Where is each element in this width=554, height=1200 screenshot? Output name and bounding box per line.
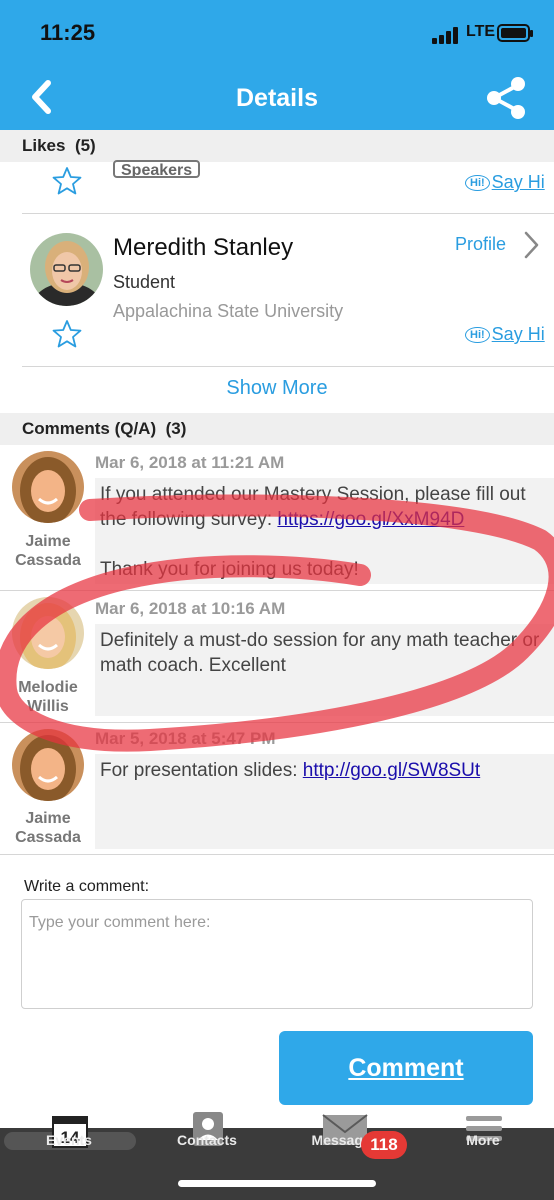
tab-label: Events bbox=[46, 1132, 92, 1148]
divider bbox=[0, 854, 554, 855]
chevron-right-icon[interactable] bbox=[522, 230, 540, 260]
comment-date: Mar 5, 2018 at 5:47 PM bbox=[95, 729, 276, 748]
author-last-name: Willis bbox=[27, 698, 69, 715]
avatar bbox=[30, 233, 103, 306]
author-first-name: Jaime bbox=[25, 810, 71, 827]
say-hi-label: Say Hi bbox=[491, 324, 545, 344]
author-last-name: Cassada bbox=[15, 552, 81, 569]
comment-author: Jaime Cassada bbox=[0, 532, 96, 570]
home-indicator[interactable] bbox=[178, 1180, 376, 1187]
author-last-name: Cassada bbox=[15, 829, 81, 846]
top-bar: 11:25 LTE Details bbox=[0, 0, 554, 130]
tab-more[interactable]: More bbox=[414, 1116, 552, 1178]
tab-events[interactable]: 14 Events bbox=[0, 1116, 138, 1178]
comment-text: Thank you for joining us today! bbox=[100, 559, 359, 580]
say-hi-label: Say Hi bbox=[491, 172, 545, 192]
avatar bbox=[12, 451, 84, 523]
divider bbox=[22, 366, 554, 367]
comment-body: For presentation slides: http://goo.gl/S… bbox=[95, 754, 554, 849]
person-organization: Appalachina State University bbox=[113, 301, 344, 321]
comment-link[interactable]: http://goo.gl/SW8SUt bbox=[303, 760, 480, 781]
comment-date: Mar 6, 2018 at 10:16 AM bbox=[95, 599, 286, 618]
person-name: Meredith Stanley bbox=[113, 234, 294, 261]
comments-heading: Comments (Q/A) bbox=[22, 419, 157, 438]
status-time: 11:25 bbox=[40, 20, 96, 45]
battery-icon bbox=[497, 24, 533, 42]
hi-bubble-icon: Hi! bbox=[465, 327, 490, 343]
share-button[interactable] bbox=[482, 74, 530, 122]
star-icon[interactable] bbox=[52, 319, 82, 349]
likes-header: Likes (5) bbox=[0, 130, 554, 162]
comment-input[interactable] bbox=[21, 899, 533, 1009]
messages-badge: 118 bbox=[361, 1131, 407, 1159]
status-bar: 11:25 LTE bbox=[0, 18, 554, 52]
comment-button[interactable]: Comment bbox=[279, 1031, 533, 1105]
hi-bubble-icon: Hi! bbox=[465, 175, 490, 191]
likes-count: (5) bbox=[74, 136, 96, 155]
show-more-button[interactable]: Show More bbox=[0, 377, 554, 400]
avatar bbox=[12, 729, 84, 801]
comment-text: For presentation slides: bbox=[100, 760, 303, 781]
comments-header: Comments (Q/A) (3) bbox=[0, 413, 554, 445]
comment-body: Definitely a must-do session for any mat… bbox=[95, 624, 554, 716]
comment-item: Melodie Willis Mar 6, 2018 at 10:16 AM D… bbox=[0, 593, 554, 720]
write-comment-label: Write a comment: bbox=[24, 878, 150, 895]
comment-author: Melodie Willis bbox=[0, 678, 96, 716]
comments-count: (3) bbox=[165, 419, 187, 438]
likes-list: Speakers Hi! Say Hi Meredith Stanley Stud… bbox=[0, 160, 554, 410]
divider bbox=[0, 722, 554, 723]
signal-icon bbox=[432, 26, 462, 44]
tab-label: Contacts bbox=[177, 1132, 237, 1148]
comment-date: Mar 6, 2018 at 11:21 AM bbox=[95, 453, 285, 472]
speakers-badge: Speakers bbox=[113, 160, 201, 178]
divider bbox=[0, 590, 554, 591]
star-icon[interactable] bbox=[52, 166, 82, 196]
author-first-name: Melodie bbox=[18, 679, 78, 696]
network-label: LTE bbox=[466, 23, 496, 40]
tab-label: More bbox=[466, 1132, 500, 1148]
person-role: Student bbox=[113, 272, 176, 292]
profile-link[interactable]: Profile bbox=[455, 234, 506, 255]
say-hi-button[interactable]: Hi! Say Hi bbox=[465, 324, 545, 345]
likes-heading: Likes bbox=[22, 136, 66, 155]
comment-item: Jaime Cassada Mar 6, 2018 at 11:21 AM If… bbox=[0, 447, 554, 590]
divider bbox=[22, 213, 554, 214]
tab-bar: 14 Events Contacts Messages More bbox=[0, 1112, 554, 1200]
share-icon bbox=[487, 77, 525, 119]
page-title: Details bbox=[236, 84, 318, 112]
comment-author: Jaime Cassada bbox=[0, 809, 96, 847]
comment-text: Definitely a must-do session for any mat… bbox=[100, 630, 540, 676]
say-hi-button[interactable]: Hi! Say Hi bbox=[465, 172, 545, 193]
comment-item: Jaime Cassada Mar 5, 2018 at 5:47 PM For… bbox=[0, 725, 554, 852]
comment-body: If you attended our Mastery Session, ple… bbox=[95, 478, 554, 584]
avatar bbox=[12, 597, 84, 669]
comment-link[interactable]: https://goo.gl/XxM94D bbox=[277, 509, 464, 530]
tab-contacts[interactable]: Contacts bbox=[138, 1112, 276, 1178]
author-first-name: Jaime bbox=[25, 533, 71, 550]
